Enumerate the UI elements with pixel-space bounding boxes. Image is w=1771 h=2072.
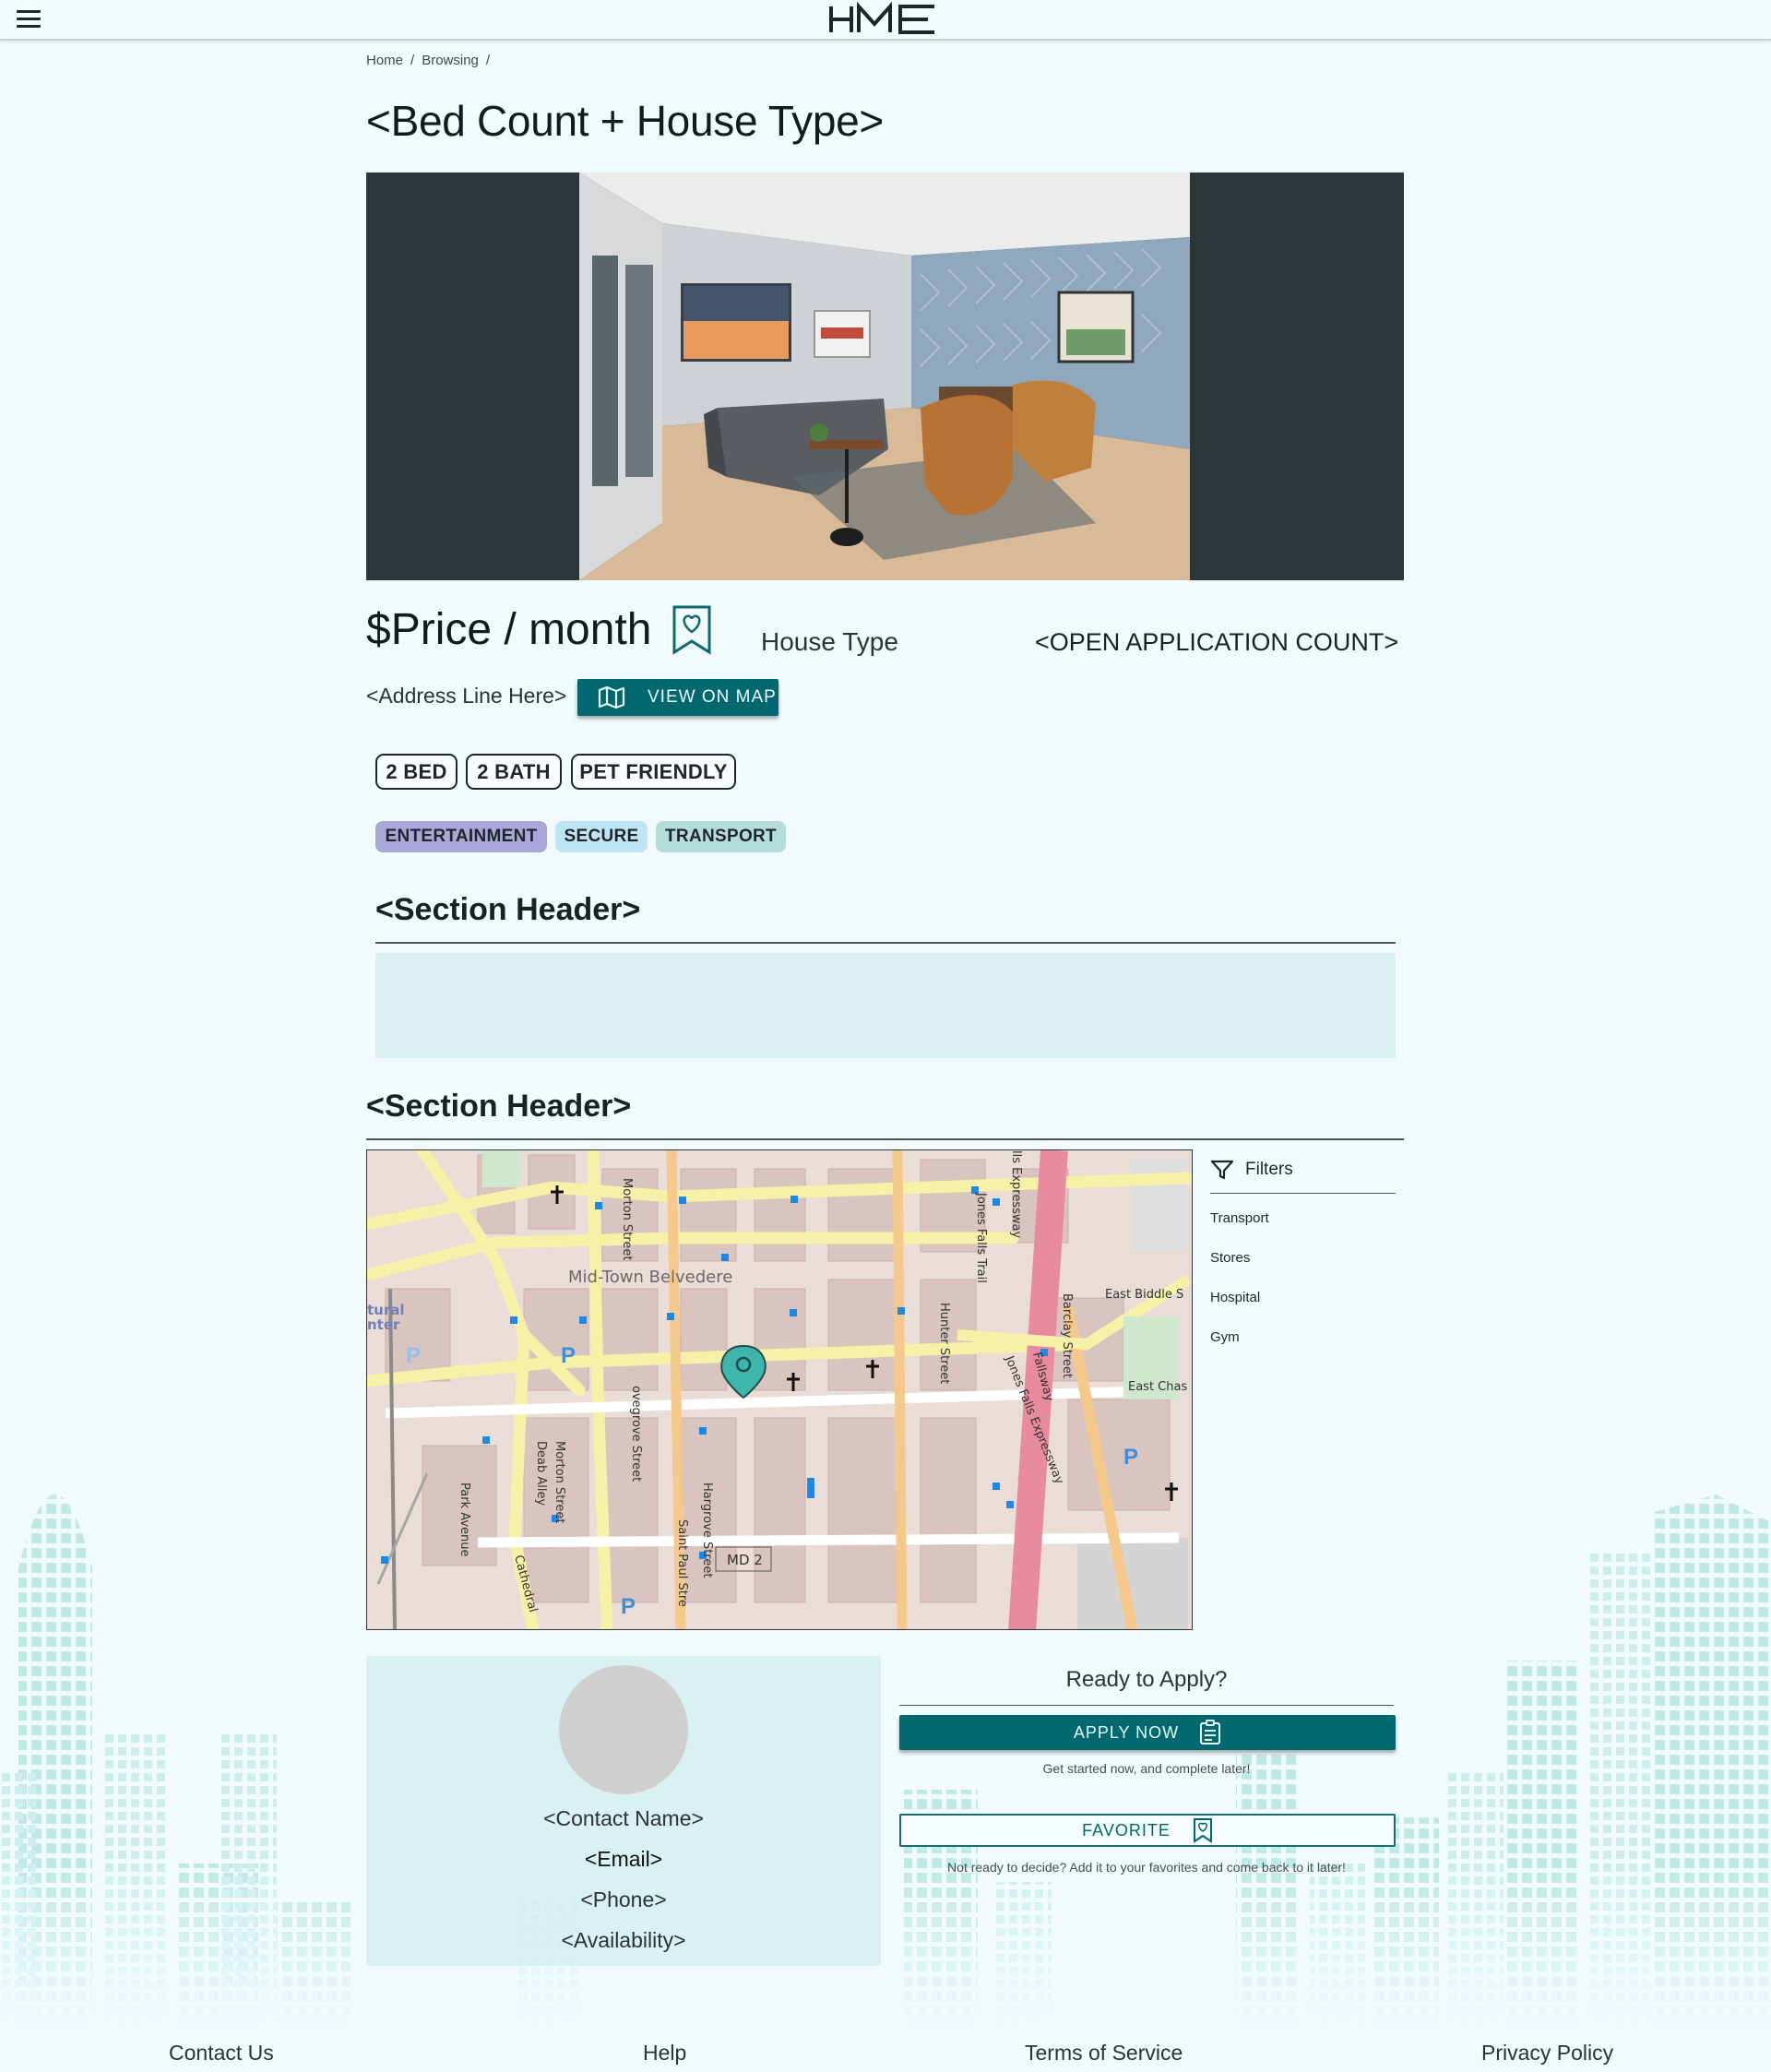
listing-photo-gallery[interactable] xyxy=(366,173,1404,580)
map-label-district: Mid-Town Belvedere xyxy=(568,1268,732,1287)
map-icon xyxy=(598,685,625,709)
map-label-hargrove-street: Hargrove Street xyxy=(700,1483,714,1578)
filter-gym[interactable]: Gym xyxy=(1210,1329,1240,1345)
clipboard-icon xyxy=(1200,1720,1221,1745)
tag-entertainment: ENTERTAINMENT xyxy=(375,821,547,852)
map-label-morton-street-2: Morton Street xyxy=(553,1441,566,1523)
breadcrumb-home-link[interactable]: Home xyxy=(366,53,403,68)
section-divider-2 xyxy=(366,1138,1404,1140)
house-type: House Type xyxy=(761,627,898,656)
map-label-east-chase: East Chas xyxy=(1128,1380,1187,1394)
map-label-lovegrove-street: ovegrove Street xyxy=(629,1386,643,1482)
map-label-barclay-street: Barclay Street xyxy=(1060,1293,1074,1378)
view-on-map-label: VIEW ON MAP xyxy=(648,687,777,707)
contact-availability: <Availability> xyxy=(561,1928,686,1952)
living-room-photo xyxy=(579,173,1190,580)
filters-toggle[interactable]: Filters xyxy=(1210,1159,1293,1181)
top-navigation-bar xyxy=(0,0,1771,41)
feature-pill-bath: 2 BATH xyxy=(466,754,562,790)
hme-logo[interactable] xyxy=(828,2,939,37)
apply-now-label: APPLY NOW xyxy=(1073,1722,1180,1742)
favorite-button[interactable]: FAVORITE xyxy=(899,1814,1396,1847)
section-header-1: <Section Header> xyxy=(375,892,641,927)
footer-contact-us-link[interactable]: Contact Us xyxy=(169,2041,274,2066)
apply-hint: Get started now, and complete later! xyxy=(1042,1761,1251,1776)
map-label-cultural-center: tural nter xyxy=(367,1302,405,1333)
map-label-morton-street: Morton Street xyxy=(620,1178,634,1260)
map-label-park-avenue: Park Avenue xyxy=(458,1483,471,1557)
apply-divider xyxy=(899,1705,1394,1706)
filters-label: Filters xyxy=(1245,1160,1293,1179)
footer-privacy-policy-link[interactable]: Privacy Policy xyxy=(1481,2041,1613,2066)
map-canvas: P P P P Mid-Town Belvedere Morton Street J… xyxy=(367,1150,1192,1629)
section-divider-1 xyxy=(375,942,1396,944)
favorite-label: FAVORITE xyxy=(1082,1820,1171,1840)
filter-icon xyxy=(1210,1160,1234,1180)
svg-text:P: P xyxy=(621,1594,636,1619)
open-application-count: <OPEN APPLICATION COUNT> xyxy=(1035,628,1399,656)
address-line: <Address Line Here> xyxy=(366,684,567,708)
tag-secure: SECURE xyxy=(555,821,648,852)
footer-help-link[interactable]: Help xyxy=(643,2041,686,2066)
bookmark-heart-icon xyxy=(1193,1818,1212,1843)
svg-text:P: P xyxy=(561,1343,576,1368)
map-label-hunter-street: Hunter Street xyxy=(937,1303,951,1384)
section-header-2: <Section Header> xyxy=(366,1089,632,1124)
footer-terms-of-service-link[interactable]: Terms of Service xyxy=(1025,2041,1183,2066)
breadcrumb-browsing-link[interactable]: Browsing xyxy=(422,53,479,68)
favorite-hint: Not ready to decide? Add it to your favo… xyxy=(947,1860,1346,1875)
svg-text:P: P xyxy=(1123,1445,1138,1470)
contact-phone[interactable]: <Phone> xyxy=(366,1887,881,1912)
map-label-deab-alley: Deab Alley xyxy=(534,1441,548,1506)
map-label-east-biddle: East Biddle S xyxy=(1105,1288,1183,1302)
feature-pill-pet-friendly: PET FRIENDLY xyxy=(571,754,736,790)
filter-hospital[interactable]: Hospital xyxy=(1210,1290,1260,1305)
map-label-route: MD 2 xyxy=(727,1552,763,1568)
filters-divider xyxy=(1210,1193,1396,1194)
map-label-falls-expressway: lls Expressway xyxy=(1009,1150,1023,1238)
filter-stores[interactable]: Stores xyxy=(1210,1250,1250,1266)
contact-email[interactable]: <Email> xyxy=(366,1847,881,1872)
section-content-1 xyxy=(375,953,1396,1058)
map-label-jones-falls-trail: Jones Falls Trail xyxy=(974,1192,988,1283)
bookmark-heart-icon[interactable] xyxy=(672,604,712,656)
contact-name: <Contact Name> xyxy=(543,1806,704,1830)
apply-now-button[interactable]: APPLY NOW xyxy=(899,1715,1396,1750)
neighborhood-map[interactable]: P P P P Mid-Town Belvedere Morton Street J… xyxy=(366,1149,1193,1630)
map-label-saint-paul-street: Saint Paul Stre xyxy=(675,1519,689,1607)
tag-transport: TRANSPORT xyxy=(656,821,786,852)
feature-pill-bed: 2 BED xyxy=(375,754,458,790)
hamburger-menu-icon[interactable] xyxy=(17,10,42,30)
monthly-price: $Price / month xyxy=(366,605,652,654)
svg-text:P: P xyxy=(406,1343,421,1368)
filter-transport[interactable]: Transport xyxy=(1210,1210,1269,1226)
page-title: <Bed Count + House Type> xyxy=(366,97,884,145)
view-on-map-button[interactable]: VIEW ON MAP xyxy=(577,679,779,716)
contact-avatar xyxy=(559,1665,688,1794)
breadcrumb: Home / Browsing / xyxy=(366,53,491,68)
ready-to-apply-heading: Ready to Apply? xyxy=(1065,1667,1228,1692)
listing-page: Home / Browsing / <Bed Count + House Type> xyxy=(0,0,1771,2072)
